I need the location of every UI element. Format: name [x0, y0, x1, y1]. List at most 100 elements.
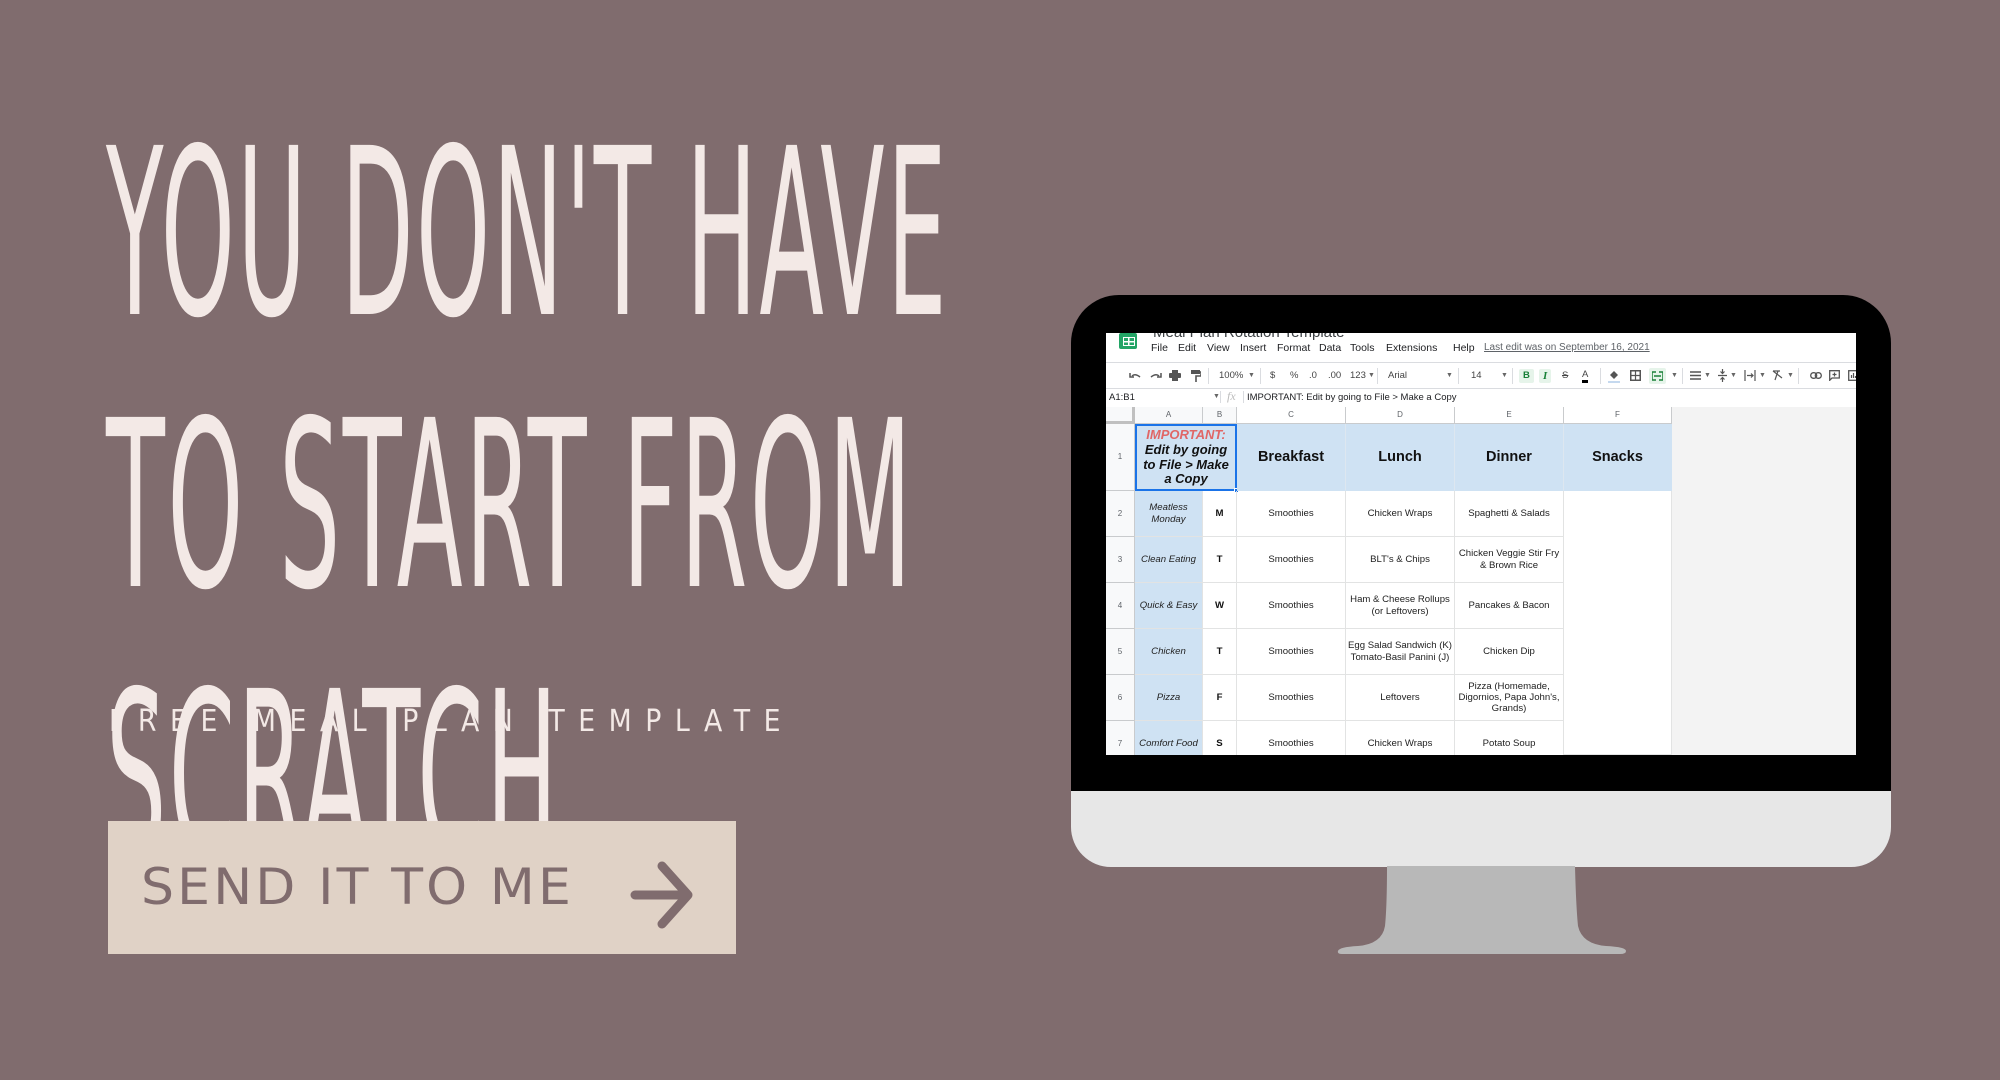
currency-format-button[interactable]: $ — [1270, 369, 1275, 383]
font-dropdown-icon[interactable]: ▼ — [1446, 369, 1453, 383]
row-header-7[interactable]: 7 — [1106, 721, 1135, 755]
dinner-cell[interactable]: Pizza (Homemade, Digornios, Papa John's,… — [1455, 675, 1564, 721]
paint-format-icon[interactable] — [1191, 370, 1201, 382]
row-header-4[interactable]: 4 — [1106, 583, 1135, 629]
name-box-dropdown-icon[interactable]: ▼ — [1213, 393, 1220, 400]
menu-edit[interactable]: Edit — [1178, 342, 1196, 354]
header-lunch[interactable]: Lunch — [1346, 424, 1455, 491]
breakfast-cell[interactable]: Smoothies — [1237, 537, 1346, 583]
breakfast-cell[interactable]: Smoothies — [1237, 629, 1346, 675]
snacks-empty-cell[interactable] — [1564, 491, 1672, 755]
horizontal-align-icon[interactable] — [1690, 371, 1701, 380]
dinner-cell[interactable]: Chicken Dip — [1455, 629, 1564, 675]
dinner-cell[interactable]: Potato Soup — [1455, 721, 1564, 755]
text-wrapping-icon[interactable] — [1744, 370, 1756, 381]
decrease-decimal-button[interactable]: .0 — [1309, 369, 1317, 383]
menu-extensions[interactable]: Extensions — [1386, 342, 1437, 354]
day-cell[interactable]: W — [1203, 583, 1237, 629]
merge-cells-button[interactable] — [1649, 368, 1666, 384]
breakfast-cell[interactable]: Smoothies — [1237, 675, 1346, 721]
valign-dropdown-icon[interactable]: ▼ — [1730, 369, 1737, 383]
merge-dropdown-icon[interactable]: ▼ — [1671, 369, 1678, 383]
menu-file[interactable]: File — [1151, 342, 1168, 354]
lunch-cell[interactable]: Ham & Cheese Rollups (or Leftovers) — [1346, 583, 1455, 629]
theme-cell[interactable]: Meatless Monday — [1135, 491, 1203, 537]
menu-format[interactable]: Format — [1277, 342, 1310, 354]
rotation-dropdown-icon[interactable]: ▼ — [1787, 369, 1794, 383]
percent-format-button[interactable]: % — [1290, 369, 1298, 383]
header-dinner[interactable]: Dinner — [1455, 424, 1564, 491]
row-header-1[interactable]: 1 — [1106, 424, 1135, 491]
header-snacks[interactable]: Snacks — [1564, 424, 1672, 491]
undo-icon[interactable] — [1129, 371, 1141, 381]
lunch-cell[interactable]: Leftovers — [1346, 675, 1455, 721]
column-header-f[interactable]: F — [1564, 407, 1672, 424]
theme-cell[interactable]: Clean Eating — [1135, 537, 1203, 583]
text-color-button[interactable]: A — [1582, 369, 1589, 383]
theme-cell[interactable]: Quick & Easy — [1135, 583, 1203, 629]
fill-color-icon[interactable] — [1608, 370, 1620, 383]
breakfast-cell[interactable]: Smoothies — [1237, 721, 1346, 755]
more-formats-button[interactable]: 123 — [1350, 369, 1366, 383]
column-header-a[interactable]: A — [1135, 407, 1203, 424]
row-header-6[interactable]: 6 — [1106, 675, 1135, 721]
zoom-dropdown-icon[interactable]: ▼ — [1248, 369, 1255, 383]
last-edit-link[interactable]: Last edit was on September 16, 2021 — [1484, 342, 1650, 353]
font-size-select[interactable]: 14 — [1471, 369, 1482, 383]
menu-data[interactable]: Data — [1319, 342, 1341, 354]
vertical-align-icon[interactable] — [1718, 369, 1727, 382]
menu-view[interactable]: View — [1207, 342, 1230, 354]
lunch-cell[interactable]: Egg Salad Sandwich (K) Tomato-Basil Pani… — [1346, 629, 1455, 675]
select-all-corner[interactable] — [1106, 407, 1135, 424]
day-cell[interactable]: T — [1203, 629, 1237, 675]
menu-insert[interactable]: Insert — [1240, 342, 1266, 354]
header-breakfast[interactable]: Breakfast — [1237, 424, 1346, 491]
wrap-dropdown-icon[interactable]: ▼ — [1759, 369, 1766, 383]
dinner-cell[interactable]: Chicken Veggie Stir Fry & Brown Rice — [1455, 537, 1564, 583]
zoom-select[interactable]: 100% — [1219, 369, 1243, 383]
halign-dropdown-icon[interactable]: ▼ — [1704, 369, 1711, 383]
dinner-cell[interactable]: Spaghetti & Salads — [1455, 491, 1564, 537]
borders-icon[interactable] — [1630, 370, 1641, 381]
lunch-cell[interactable]: Chicken Wraps — [1346, 491, 1455, 537]
day-cell[interactable]: M — [1203, 491, 1237, 537]
column-header-c[interactable]: C — [1237, 407, 1346, 424]
insert-chart-icon[interactable] — [1848, 370, 1856, 381]
redo-icon[interactable] — [1150, 371, 1162, 381]
insert-link-icon[interactable] — [1810, 372, 1822, 379]
text-rotation-icon[interactable] — [1772, 370, 1784, 381]
lunch-cell[interactable]: Chicken Wraps — [1346, 721, 1455, 755]
column-header-d[interactable]: D — [1346, 407, 1455, 424]
important-note-cell[interactable]: IMPORTANT: Edit by going to File > Make … — [1135, 424, 1237, 491]
formula-input[interactable]: IMPORTANT: Edit by going to File > Make … — [1247, 392, 1457, 403]
day-cell[interactable]: T — [1203, 537, 1237, 583]
font-family-select[interactable]: Arial — [1388, 369, 1407, 383]
increase-decimal-button[interactable]: .00 — [1328, 369, 1341, 383]
theme-cell[interactable]: Comfort Food — [1135, 721, 1203, 755]
insert-comment-icon[interactable] — [1829, 370, 1840, 381]
column-header-b[interactable]: B — [1203, 407, 1237, 424]
more-formats-dropdown-icon[interactable]: ▼ — [1368, 369, 1375, 383]
send-it-to-me-button[interactable]: SEND IT TO ME — [108, 821, 736, 954]
font-size-dropdown-icon[interactable]: ▼ — [1501, 369, 1508, 383]
name-box[interactable]: A1:B1 — [1109, 392, 1135, 403]
theme-cell[interactable]: Pizza — [1135, 675, 1203, 721]
strikethrough-button[interactable]: S — [1562, 369, 1568, 383]
day-cell[interactable]: S — [1203, 721, 1237, 755]
day-cell[interactable]: F — [1203, 675, 1237, 721]
menu-tools[interactable]: Tools — [1350, 342, 1375, 354]
menu-help[interactable]: Help — [1453, 342, 1475, 354]
column-header-e[interactable]: E — [1455, 407, 1564, 424]
document-title[interactable]: Meal Plan Rotation Template — [1153, 333, 1345, 341]
dinner-cell[interactable]: Pancakes & Bacon — [1455, 583, 1564, 629]
theme-cell[interactable]: Chicken — [1135, 629, 1203, 675]
lunch-cell[interactable]: BLT's & Chips — [1346, 537, 1455, 583]
row-header-2[interactable]: 2 — [1106, 491, 1135, 537]
bold-button[interactable]: B — [1519, 369, 1534, 383]
breakfast-cell[interactable]: Smoothies — [1237, 491, 1346, 537]
print-icon[interactable] — [1169, 370, 1181, 381]
breakfast-cell[interactable]: Smoothies — [1237, 583, 1346, 629]
italic-button[interactable]: I — [1539, 369, 1552, 383]
row-header-3[interactable]: 3 — [1106, 537, 1135, 583]
row-header-5[interactable]: 5 — [1106, 629, 1135, 675]
